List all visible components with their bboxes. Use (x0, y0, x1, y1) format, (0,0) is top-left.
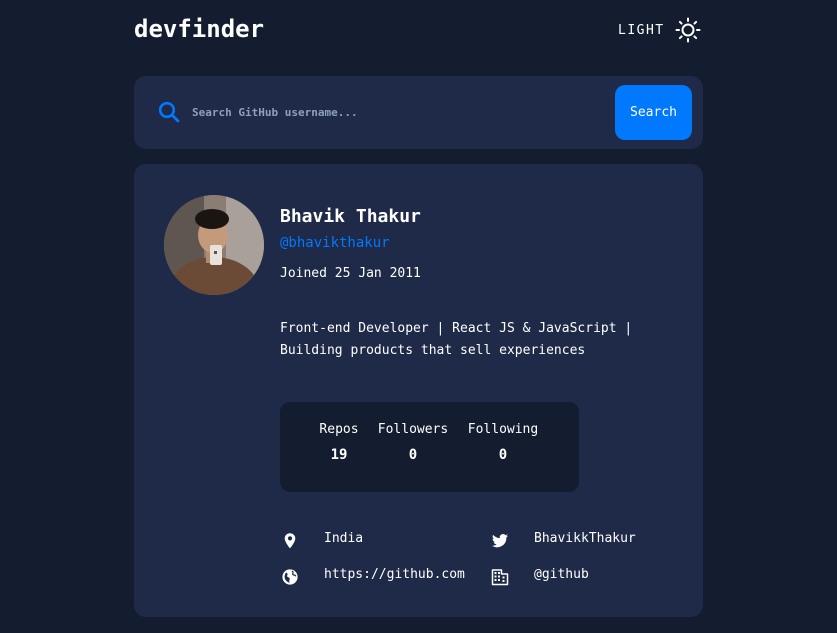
profile-company[interactable]: @github (534, 567, 589, 582)
avatar (164, 195, 264, 295)
search-icon (158, 101, 180, 123)
profile-twitter-handle[interactable]: BhavikkThakur (534, 531, 636, 546)
app-logo: devfinder (134, 15, 265, 43)
profile-blog-link[interactable]: https://github.com (324, 567, 465, 582)
stat-followers-label: Followers (377, 422, 449, 437)
stat-repos-label: Repos (319, 422, 359, 437)
profile-stats: Repos 19 Followers 0 Following 0 (280, 402, 579, 492)
globe-icon (282, 569, 298, 585)
sun-icon[interactable] (675, 17, 701, 43)
stat-following-label: Following (467, 422, 539, 437)
search-input[interactable] (192, 98, 602, 126)
profile-bio: Front-end Developer | React JS & JavaScr… (280, 318, 680, 362)
stat-repos: Repos 19 (318, 422, 360, 463)
stat-followers-value: 0 (408, 447, 418, 463)
stat-following: Following 0 (464, 422, 542, 463)
profile-login-link[interactable]: @bhavikthakur (280, 235, 390, 251)
stat-following-value: 0 (498, 447, 508, 463)
profile-card: Bhavik Thakur @bhavikthakur Joined 25 Ja… (134, 164, 703, 617)
search-bar: Search (134, 76, 703, 149)
profile-location: India (324, 531, 364, 546)
profile-name: Bhavik Thakur (280, 206, 421, 227)
stat-repos-value: 19 (330, 447, 348, 463)
theme-toggle[interactable]: LIGHT (618, 17, 701, 43)
app-root: devfinder LIGHT Search GitHub username..… (0, 0, 837, 633)
location-pin-icon (284, 533, 296, 549)
twitter-icon (492, 534, 508, 548)
building-icon (491, 569, 509, 586)
profile-bio-line: Building products that sell experiences (280, 343, 586, 358)
profile-bio-line: Front-end Developer | React JS & JavaScr… (280, 321, 633, 336)
stat-followers: Followers 0 (375, 422, 451, 463)
theme-toggle-label[interactable]: LIGHT (618, 23, 665, 38)
search-button[interactable]: Search (615, 85, 692, 140)
profile-joined-date: Joined 25 Jan 2011 (280, 266, 421, 281)
